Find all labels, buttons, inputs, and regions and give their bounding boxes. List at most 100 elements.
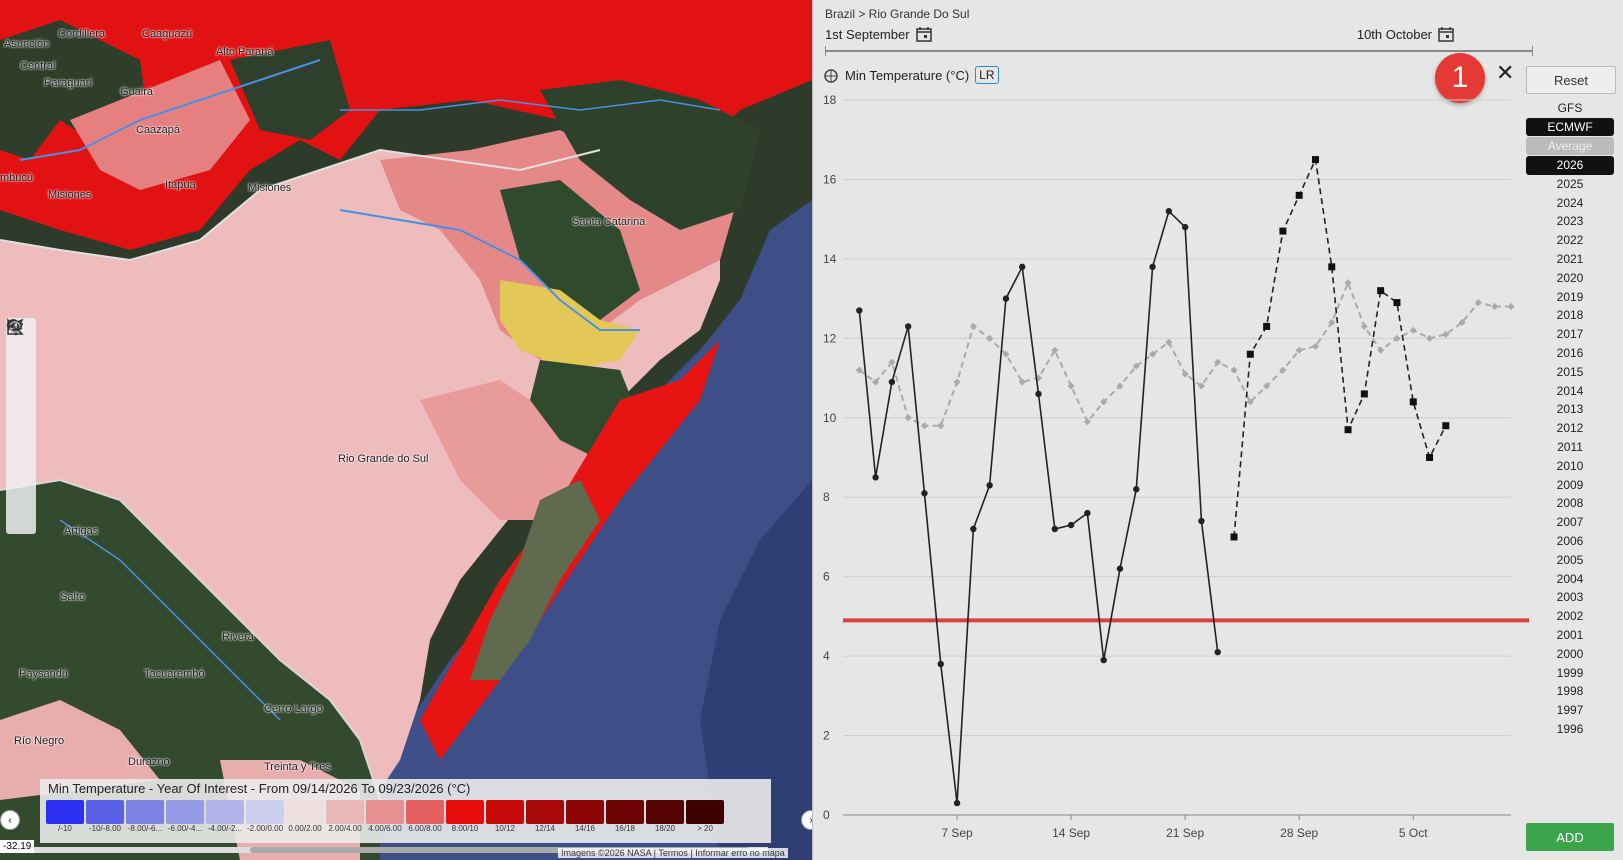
legend-swatch[interactable] (126, 800, 164, 824)
y-tick-label: 10 (823, 411, 837, 425)
legend-label: 2.00/4.00 (328, 824, 362, 833)
year-option[interactable]: 2007 (1526, 513, 1614, 532)
zoom-in-icon[interactable] (6, 319, 36, 372)
legend-labels: /-10 -10/-8.00 -8.00/-6... -6.00/-4... -4.00… (40, 824, 771, 833)
year-option[interactable]: 2000 (1526, 645, 1614, 664)
map-view[interactable]: Cordillera Caaguazú Alto Paraná Asunción… (0, 0, 812, 860)
legend-swatch[interactable] (646, 800, 684, 824)
year-option[interactable]: 2024 (1526, 194, 1614, 213)
year-option[interactable]: 2006 (1526, 532, 1614, 551)
forecast-point (1295, 191, 1303, 199)
legend-swatch[interactable] (206, 800, 244, 824)
year-option[interactable]: 1999 (1526, 664, 1614, 683)
year-option[interactable]: 2012 (1526, 419, 1614, 438)
legend-swatch[interactable] (46, 800, 84, 824)
legend-swatch[interactable] (366, 800, 404, 824)
year-option[interactable]: 2020 (1526, 269, 1614, 288)
year-option[interactable]: 2016 (1526, 344, 1614, 363)
y-tick-label: 8 (823, 490, 830, 504)
year-option[interactable]: 2003 (1526, 588, 1614, 607)
year-option[interactable]: 2015 (1526, 363, 1614, 382)
observed-point (1084, 509, 1091, 517)
average-point (1344, 279, 1352, 287)
model-option[interactable]: GFS (1526, 99, 1614, 117)
model-option[interactable]: ECMWF (1526, 118, 1614, 136)
x-tick-label: 14 Sep (1052, 826, 1090, 840)
year-option[interactable]: 2017 (1526, 325, 1614, 344)
year-option[interactable]: 2001 (1526, 626, 1614, 645)
map-label: Misiones (48, 189, 92, 201)
legend-swatch[interactable] (86, 800, 124, 824)
forecast-series-line (1233, 156, 1447, 538)
observed-point (1165, 208, 1173, 215)
map-canvas[interactable] (0, 0, 812, 860)
average-point (1474, 299, 1482, 307)
close-icon[interactable]: ✕ (1496, 60, 1514, 86)
add-button[interactable]: ADD (1526, 823, 1614, 851)
legend-swatch[interactable] (606, 800, 644, 824)
year-option[interactable]: 2014 (1526, 382, 1614, 401)
legend-swatch[interactable] (686, 800, 724, 824)
average-point (1165, 338, 1173, 346)
navigate-icon[interactable] (6, 318, 36, 426)
legend-swatch[interactable] (166, 800, 204, 824)
zoom-out-icon[interactable] (6, 319, 36, 399)
year-option[interactable]: 2010 (1526, 457, 1614, 476)
chevron-left-icon[interactable]: ‹ (0, 810, 20, 830)
draw-icon[interactable] (6, 323, 36, 534)
locate-icon[interactable] (6, 321, 36, 507)
average-point (904, 414, 912, 422)
legend-label: > 20 (697, 824, 713, 833)
year-option[interactable]: 2004 (1526, 570, 1614, 589)
year-option[interactable]: 2008 (1526, 494, 1614, 513)
observed-point (904, 323, 912, 330)
year-option[interactable]: 2026 (1526, 156, 1614, 175)
end-date-picker[interactable]: 10th October (1357, 26, 1454, 42)
forecast-point (1442, 422, 1450, 430)
year-option[interactable]: 2018 (1526, 306, 1614, 325)
search-icon[interactable] (6, 319, 36, 453)
calendar-icon[interactable] (915, 26, 932, 42)
year-option[interactable]: 2009 (1526, 476, 1614, 495)
year-option[interactable]: 1997 (1526, 701, 1614, 720)
lr-badge[interactable]: LR (975, 66, 999, 84)
year-option[interactable]: 2023 (1526, 212, 1614, 231)
y-tick-label: 4 (823, 649, 830, 663)
year-option[interactable]: 2013 (1526, 400, 1614, 419)
legend-swatch[interactable] (446, 800, 484, 824)
legend-swatch[interactable] (526, 800, 564, 824)
legend-swatch[interactable] (286, 800, 324, 824)
date-range-slider[interactable] (825, 46, 1533, 56)
calendar-icon[interactable] (1438, 26, 1454, 42)
legend-label: 8.00/10 (451, 824, 479, 833)
x-tick-label: 28 Sep (1280, 826, 1318, 840)
start-date-picker[interactable]: 1st September (825, 26, 932, 42)
observed-point (856, 307, 863, 314)
average-point (1181, 370, 1189, 378)
legend-swatch[interactable] (246, 800, 284, 824)
year-option[interactable]: 1996 (1526, 720, 1614, 739)
x-tick-label: 7 Sep (941, 826, 973, 840)
model-option[interactable]: Average (1526, 137, 1614, 155)
legend-label: 6.00/8.00 (408, 824, 442, 833)
legend-swatch[interactable] (326, 800, 364, 824)
y-tick-label: 6 (823, 570, 830, 584)
year-option[interactable]: 2025 (1526, 175, 1614, 194)
year-option[interactable]: 2021 (1526, 250, 1614, 269)
year-option[interactable]: 2005 (1526, 551, 1614, 570)
map-attribution: Imagens ©2026 NASA | Termos | Informar e… (558, 848, 788, 858)
model-list: GFS ECMWF Average 2026 2025 2024 2023 2022 2021 2… (1526, 99, 1614, 739)
year-option[interactable]: 1998 (1526, 682, 1614, 701)
year-option[interactable]: 2002 (1526, 607, 1614, 626)
x-tick-label: 5 Oct (1399, 826, 1428, 840)
legend-swatch[interactable] (566, 800, 604, 824)
year-option[interactable]: 2011 (1526, 438, 1614, 457)
year-option[interactable]: 2022 (1526, 231, 1614, 250)
legend-swatch[interactable] (486, 800, 524, 824)
measure-icon[interactable] (6, 318, 36, 480)
map-label: Durazno (128, 756, 170, 768)
reset-button[interactable]: Reset (1526, 66, 1616, 94)
year-option[interactable]: 2019 (1526, 288, 1614, 307)
legend-swatch[interactable] (406, 800, 444, 824)
observed-point (888, 378, 896, 386)
